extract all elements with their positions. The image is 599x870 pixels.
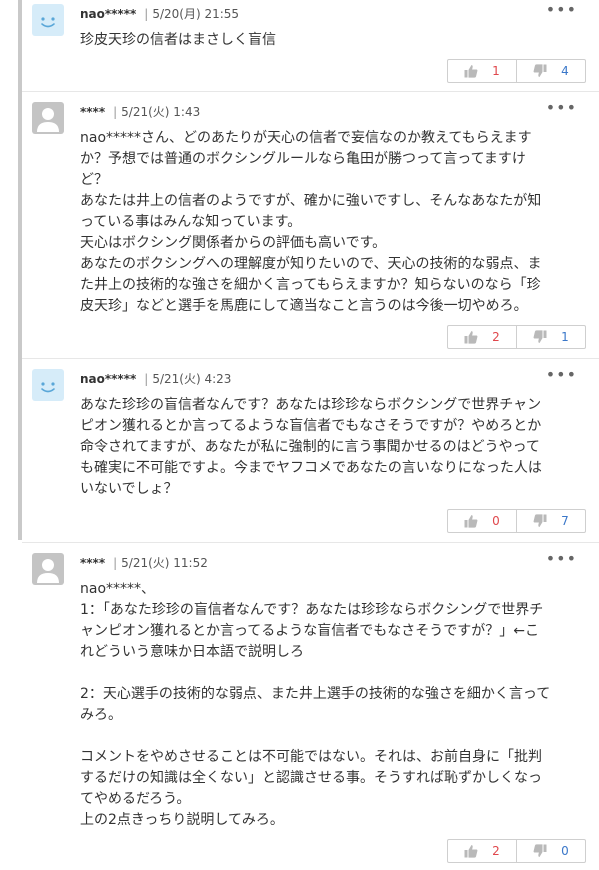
thumbs-down-icon bbox=[533, 844, 547, 857]
more-dots-icon[interactable]: ••• bbox=[546, 0, 577, 19]
comment-text: 珍皮天珍の信者はまさしく盲信 bbox=[80, 32, 276, 48]
vote-buttons: 2 1 bbox=[447, 325, 586, 349]
like-count: 0 bbox=[492, 514, 500, 528]
vote-buttons: 1 4 bbox=[447, 59, 586, 83]
smile-avatar[interactable] bbox=[32, 369, 64, 401]
comment-meta: nao***** | 5/21(火) 4:23 bbox=[80, 370, 231, 387]
person-silhouette-icon bbox=[37, 559, 59, 583]
thumbs-down-icon bbox=[533, 330, 547, 343]
dislike-button[interactable]: 0 bbox=[516, 840, 585, 862]
meta-separator: | bbox=[113, 105, 118, 119]
comment-meta: **** | 5/21(火) 1:43 bbox=[80, 103, 200, 120]
thumbs-up-icon bbox=[464, 331, 478, 344]
comment-meta: nao***** | 5/20(月) 21:55 bbox=[80, 5, 239, 22]
comment-username[interactable]: nao***** bbox=[80, 372, 136, 386]
comment-thread: nao***** | 5/20(月) 21:55 ••• 珍皮天珍の信者はまさしく盲… bbox=[22, 0, 599, 870]
dislike-count: 1 bbox=[561, 330, 569, 344]
comment-item: **** | 5/21(火) 1:43 ••• nao*****さん、どのあたりが天… bbox=[22, 92, 599, 359]
more-dots-icon[interactable]: ••• bbox=[546, 98, 577, 117]
more-dots-icon[interactable]: ••• bbox=[546, 549, 577, 568]
like-button[interactable]: 0 bbox=[448, 510, 516, 532]
comment-text: あなた珍珍の盲信者なんです？あなたは珍珍ならボクシングで世界チャン ピオン獲れる… bbox=[80, 397, 542, 497]
dislike-button[interactable]: 7 bbox=[516, 510, 585, 532]
comment-username[interactable]: nao***** bbox=[80, 7, 136, 21]
comment-username[interactable]: **** bbox=[80, 105, 105, 119]
person-silhouette-icon bbox=[37, 108, 59, 132]
dislike-count: 7 bbox=[561, 514, 569, 528]
thumbs-up-icon bbox=[464, 845, 478, 858]
meta-separator: | bbox=[113, 556, 118, 570]
thumbs-down-icon bbox=[533, 64, 547, 77]
comment-datetime: 5/20(月) 21:55 bbox=[152, 7, 240, 21]
person-avatar[interactable] bbox=[32, 553, 64, 585]
thumbs-down-icon bbox=[533, 514, 547, 527]
smile-face-icon bbox=[41, 17, 55, 28]
comment-meta: **** | 5/21(火) 11:52 bbox=[80, 554, 208, 571]
comment-text: nao*****さん、どのあたりが天心の信者で妄信なのか教えてもらえます か？予… bbox=[80, 130, 542, 314]
like-button[interactable]: 2 bbox=[448, 326, 516, 348]
smile-face-icon bbox=[41, 382, 55, 393]
like-count: 2 bbox=[492, 844, 500, 858]
dislike-count: 0 bbox=[561, 844, 569, 858]
dislike-button[interactable]: 4 bbox=[516, 60, 585, 82]
comment-username[interactable]: **** bbox=[80, 556, 105, 570]
comment-item: nao***** | 5/21(火) 4:23 ••• あなた珍珍の盲信者なんです？… bbox=[22, 359, 599, 543]
like-button[interactable]: 1 bbox=[448, 60, 516, 82]
thumbs-up-icon bbox=[464, 65, 478, 78]
comment-datetime: 5/21(火) 4:23 bbox=[152, 372, 232, 386]
dislike-count: 4 bbox=[561, 64, 569, 78]
comment-text: nao*****、 1：「あなた珍珍の盲信者なんです？あなたは珍珍ならボクシング… bbox=[80, 581, 551, 828]
dislike-button[interactable]: 1 bbox=[516, 326, 585, 348]
thumbs-up-icon bbox=[464, 515, 478, 528]
vote-buttons: 0 7 bbox=[447, 509, 586, 533]
comment-datetime: 5/21(火) 1:43 bbox=[121, 105, 201, 119]
like-count: 2 bbox=[492, 330, 500, 344]
like-count: 1 bbox=[492, 64, 500, 78]
like-button[interactable]: 2 bbox=[448, 840, 516, 862]
vote-buttons: 2 0 bbox=[447, 839, 586, 863]
meta-separator: | bbox=[144, 7, 149, 21]
more-dots-icon[interactable]: ••• bbox=[546, 365, 577, 384]
meta-separator: | bbox=[144, 372, 149, 386]
comment-item: **** | 5/21(火) 11:52 ••• nao*****、 1：「あなた珍… bbox=[22, 543, 599, 870]
comment-datetime: 5/21(火) 11:52 bbox=[121, 556, 208, 570]
person-avatar[interactable] bbox=[32, 102, 64, 134]
comment-item: nao***** | 5/20(月) 21:55 ••• 珍皮天珍の信者はまさしく盲… bbox=[22, 0, 599, 92]
smile-avatar[interactable] bbox=[32, 4, 64, 36]
